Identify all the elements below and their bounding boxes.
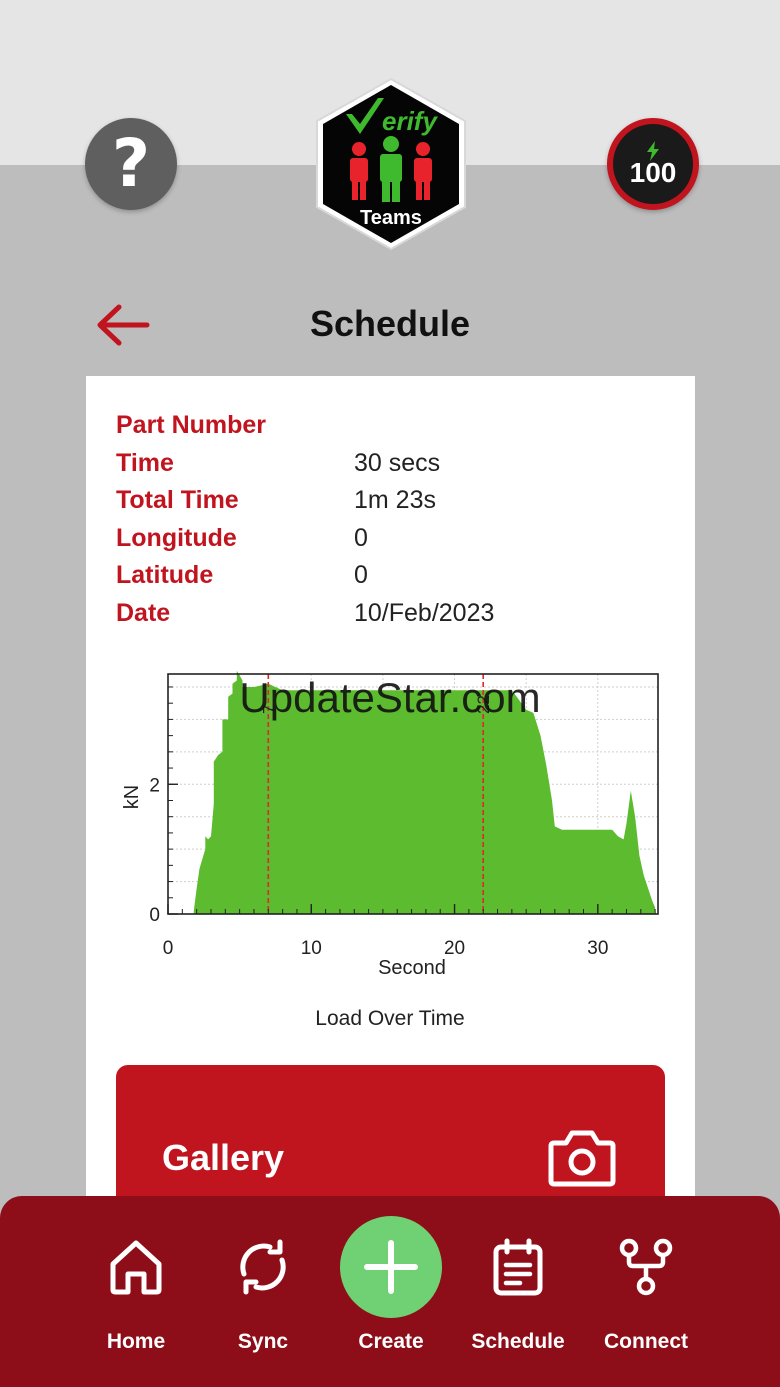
detail-row-total-time: Total Time 1m 23s <box>116 482 656 520</box>
load-chart: 7 220 10 20 3002SecondkNUpdateStar.com <box>121 670 659 979</box>
detail-value: 0 <box>354 523 368 552</box>
verify-teams-logo: erify Teams <box>316 77 466 251</box>
y-axis-label: kN <box>121 785 143 809</box>
x-axis-label: Second <box>378 957 446 979</box>
detail-label: Total Time <box>116 486 239 515</box>
x-tick-label: 30 <box>587 938 608 959</box>
detail-row-longitude: Longitude 0 <box>116 520 656 558</box>
gallery-label: Gallery <box>162 1137 285 1178</box>
tab-label: Connect <box>604 1330 688 1353</box>
tab-create[interactable]: Create <box>331 1236 451 1366</box>
calendar-icon <box>493 1238 543 1296</box>
detail-row-latitude: Latitude 0 <box>116 557 656 595</box>
logo-word: erify <box>382 106 438 136</box>
detail-value: 10/Feb/2023 <box>354 598 495 627</box>
tab-schedule[interactable]: Schedule <box>458 1236 578 1366</box>
details-list: Part Number Time 30 secs Total Time 1m 2… <box>116 407 656 632</box>
detail-label: Latitude <box>116 561 214 590</box>
connect-icon <box>619 1238 673 1296</box>
tab-label: Home <box>106 1330 166 1353</box>
detail-row-time: Time 30 secs <box>116 445 656 483</box>
detail-row-date: Date 10/Feb/2023 <box>116 595 656 633</box>
chart-caption: Load Over Time <box>315 1007 465 1030</box>
home-icon <box>110 1240 162 1295</box>
y-tick-label: 0 <box>149 905 160 926</box>
y-tick-label: 2 <box>149 775 160 796</box>
detail-row-part-number: Part Number <box>116 407 656 445</box>
detail-label: Date <box>116 598 171 627</box>
question-icon: ? <box>111 125 151 202</box>
camera-icon <box>548 1130 616 1187</box>
detail-value: 1m 23s <box>354 486 436 515</box>
tab-connect[interactable]: Connect <box>586 1236 706 1366</box>
sync-icon <box>240 1239 286 1295</box>
tab-home[interactable]: Home <box>76 1236 196 1366</box>
watermark-text: UpdateStar.com <box>239 674 540 721</box>
tab-label: Create <box>358 1330 424 1353</box>
battery-indicator[interactable]: 100 <box>607 118 699 210</box>
detail-label: Time <box>116 448 174 477</box>
detail-value: 30 secs <box>354 448 441 477</box>
help-button[interactable]: ? <box>85 118 177 210</box>
x-tick-label: 20 <box>444 938 465 959</box>
detail-label: Part Number <box>116 411 267 440</box>
tab-label: Sync <box>237 1330 289 1353</box>
detail-label: Longitude <box>116 523 237 552</box>
page-title: Schedule <box>309 303 471 344</box>
x-tick-label: 0 <box>163 938 174 959</box>
logo-sub: Teams <box>360 207 422 229</box>
tab-label: Schedule <box>471 1330 565 1353</box>
x-tick-label: 10 <box>301 938 322 959</box>
battery-value: 100 <box>629 157 677 188</box>
detail-value: 0 <box>354 561 368 590</box>
tab-sync[interactable]: Sync <box>203 1236 323 1366</box>
